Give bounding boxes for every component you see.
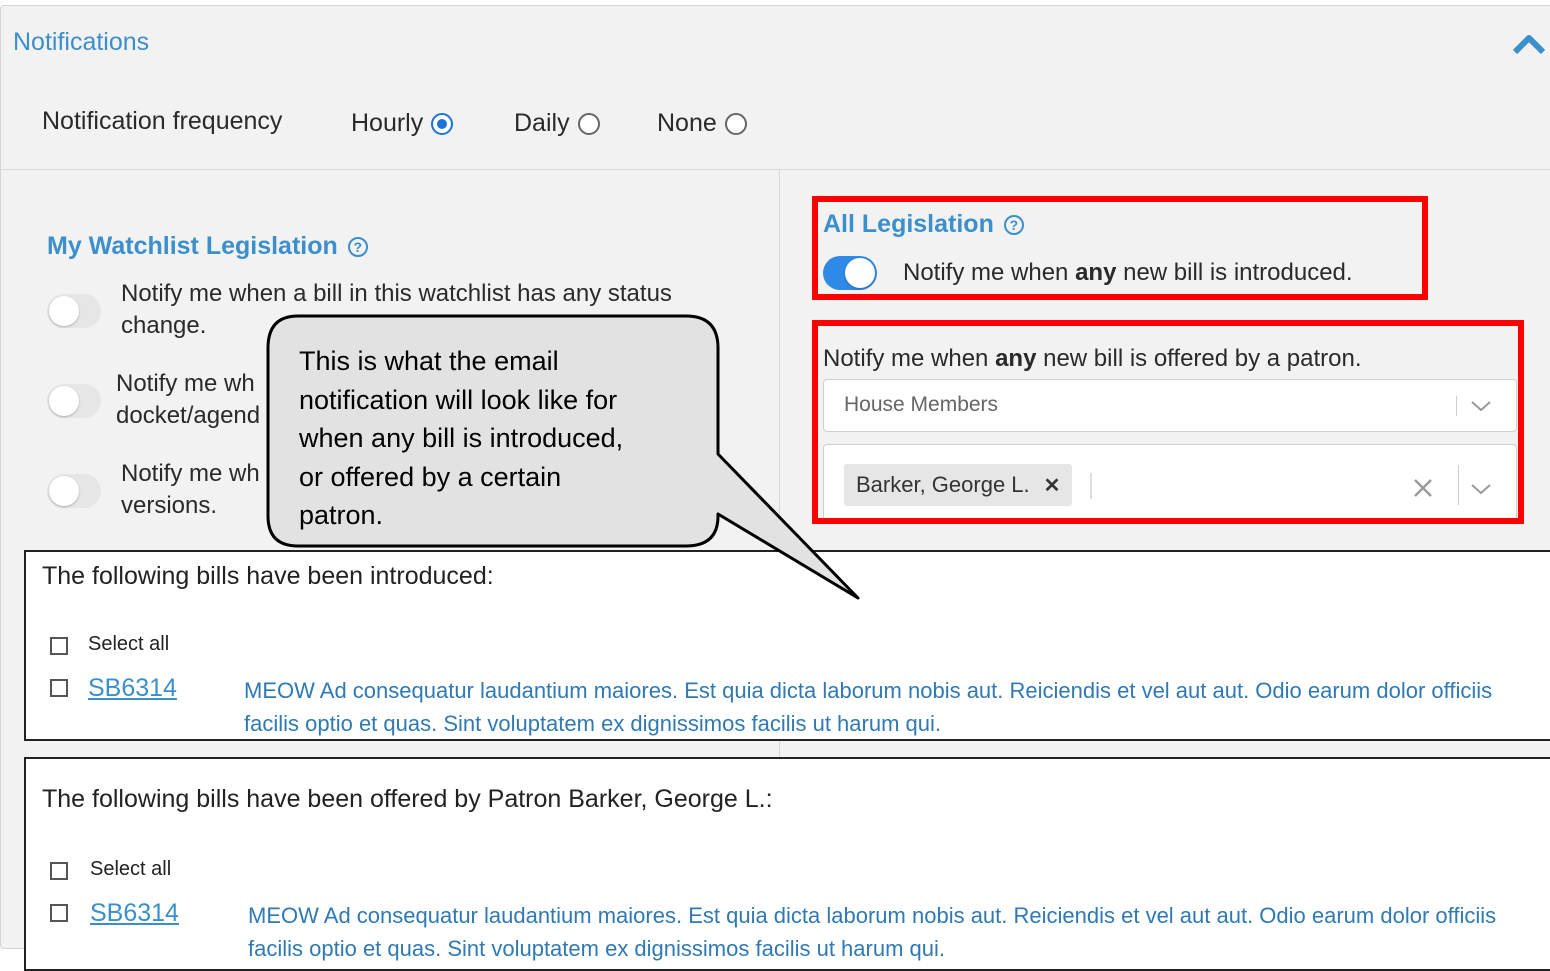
watchlist-versions-line2: versions. (121, 492, 218, 519)
watchlist-status-toggle[interactable] (47, 294, 101, 328)
toggle-knob (49, 476, 79, 506)
highlight-all-legislation (812, 196, 1428, 300)
bill-checkbox[interactable] (50, 679, 68, 697)
bill-description-line2: facilis optio et quas. Sint voluptatem e… (248, 936, 945, 961)
bill-description-line1: MEOW Ad consequatur laudantium maiores. … (248, 903, 1497, 928)
help-icon[interactable]: ? (347, 236, 368, 257)
watchlist-versions-line1: Notify me wh (121, 460, 260, 487)
bill-link[interactable]: SB6314 (88, 674, 177, 703)
callout-line-5: patron. (299, 500, 384, 530)
select-all-label: Select all (90, 858, 172, 880)
watchlist-status-line2: change. (121, 312, 207, 339)
notifications-title: Notifications (13, 28, 150, 56)
bill-description-line2: facilis optio et quas. Sint voluptatem e… (244, 711, 941, 736)
email-offered-heading: The following bills have been offered by… (42, 785, 773, 813)
email-introduced: The following bills have been introduced… (24, 550, 1550, 741)
callout-line-2: notification will look like for (299, 384, 618, 415)
watchlist-docket-toggle[interactable] (47, 384, 101, 418)
select-all-label: Select all (88, 633, 170, 655)
bill-description: MEOW Ad consequatur laudantium maiores. … (248, 899, 1548, 965)
radio-hourly-label: Hourly (351, 109, 424, 137)
watchlist-versions-text: Notify me wh versions. (121, 458, 260, 522)
toggle-knob (49, 296, 79, 326)
frequency-label: Notification frequency (42, 107, 283, 135)
select-all-checkbox[interactable] (50, 637, 68, 655)
bill-link[interactable]: SB6314 (90, 899, 179, 928)
radio-daily-circle[interactable] (577, 112, 600, 135)
watchlist-status-line1: Notify me when a bill in this watchlist … (121, 280, 672, 307)
frequency-row: Notification frequency Hourly Daily None (1, 101, 1550, 170)
highlight-patron (812, 320, 1524, 524)
watchlist-docket-line1: Notify me wh (116, 370, 255, 397)
watchlist-title-text: My Watchlist Legislation (47, 232, 338, 260)
email-offered: The following bills have been offered by… (24, 757, 1550, 971)
watchlist-docket-line2: docket/agend (116, 402, 261, 429)
callout-text: This is what the email notification will… (299, 342, 699, 535)
radio-daily[interactable]: Daily (514, 109, 600, 138)
email-introduced-heading: The following bills have been introduced… (42, 562, 494, 590)
radio-none[interactable]: None (657, 109, 747, 138)
bill-checkbox[interactable] (50, 904, 68, 922)
watchlist-status-text: Notify me when a bill in this watchlist … (121, 278, 672, 342)
watchlist-title: My Watchlist Legislation ? (47, 232, 368, 261)
toggle-knob (49, 386, 79, 416)
select-all-checkbox[interactable] (50, 862, 68, 880)
radio-hourly[interactable]: Hourly (351, 109, 454, 138)
radio-daily-label: Daily (514, 109, 570, 137)
bill-description: MEOW Ad consequatur laudantium maiores. … (244, 674, 1544, 740)
radio-none-circle[interactable] (724, 112, 747, 135)
watchlist-docket-text: Notify me wh docket/agend (116, 368, 260, 432)
watchlist-versions-toggle[interactable] (47, 474, 101, 508)
radio-hourly-circle[interactable] (431, 112, 454, 135)
callout-line-1: This is what the email (299, 346, 559, 376)
callout-line-3: when any bill is introduced, (299, 423, 624, 453)
radio-none-label: None (657, 109, 717, 137)
bill-description-line1: MEOW Ad consequatur laudantium maiores. … (244, 678, 1493, 703)
callout-line-4: or offered by a certain (299, 461, 562, 492)
chevron-up-icon[interactable] (1511, 28, 1547, 58)
